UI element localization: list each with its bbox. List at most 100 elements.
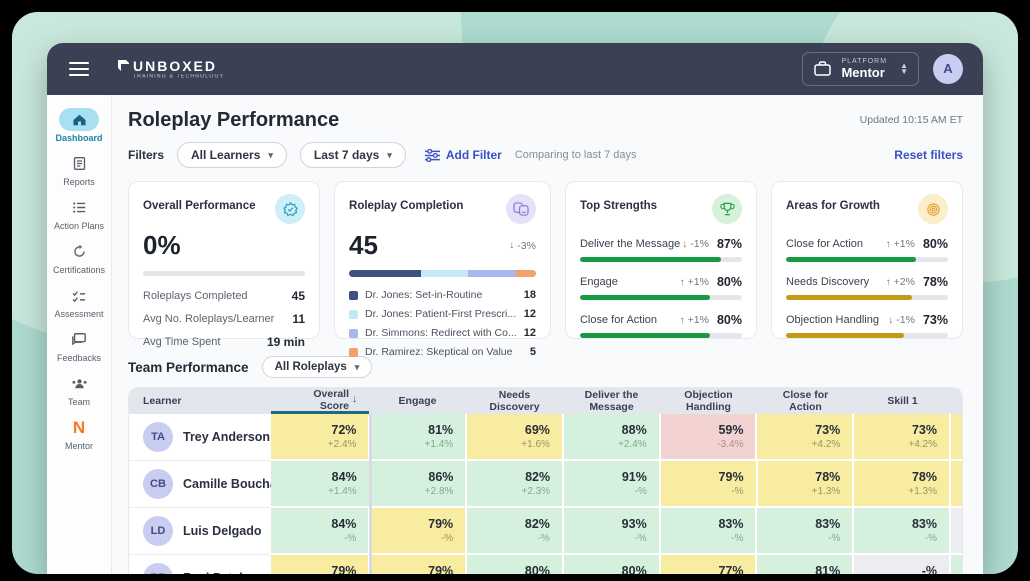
learner-cell: TA Trey Anderson — [129, 414, 271, 461]
platform-value: Mentor — [841, 66, 887, 80]
score-cell: 81%+1.1% — [755, 555, 852, 574]
avatar: CB — [143, 469, 173, 499]
sidebar-item-team[interactable]: Team — [49, 372, 109, 407]
growth-metric: Close for Action ↑+1% 80% — [786, 237, 948, 262]
score-cell: 73%+4.2% — [852, 414, 949, 461]
trophy-icon — [712, 194, 742, 224]
score-cell: 86%+2.8% — [369, 461, 466, 508]
score-cell: 78%+1.3% — [756, 461, 853, 508]
score-cell: 69%+1.6% — [465, 414, 562, 461]
strength-metric: Engage ↑+1% 80% — [580, 275, 742, 300]
column-header-overall-score[interactable]: Overall Score↓ — [271, 388, 369, 414]
page-title: Roleplay Performance — [128, 109, 339, 132]
column-header-learner[interactable]: Learner — [129, 395, 271, 407]
completion-stacked-bar — [349, 270, 536, 277]
unboxed-logo: UNBOXED TRAINING & TECHNOLOGY — [117, 59, 240, 80]
filters-label: Filters — [128, 148, 164, 162]
star-badge-icon — [275, 194, 305, 224]
date-range-dropdown[interactable]: Last 7 days ▾ — [300, 142, 406, 168]
score-cell: 83%-% — [659, 508, 756, 555]
add-filter-button[interactable]: Add Filter — [425, 148, 502, 162]
stat-avg-time: Avg Time Spent19 min — [143, 335, 305, 349]
column-header-needs-discovery[interactable]: Needs Discovery — [466, 389, 563, 413]
logo-box-icon — [117, 59, 130, 74]
stat-roleplays-completed: Roleplays Completed45 — [143, 289, 305, 303]
column-header-engage[interactable]: Engage — [369, 395, 466, 407]
score-cell: 83%-% — [755, 508, 852, 555]
sidebar-item-action-plans[interactable]: Action Plans — [49, 196, 109, 231]
score-cell-clipped — [949, 461, 962, 508]
column-header-objection-handling[interactable]: Objection Handling — [660, 389, 757, 413]
column-header-skill-1[interactable]: Skill 1 — [854, 395, 951, 407]
trend-arrow: ↑ — [680, 277, 685, 288]
score-cell: 72%+2.4% — [271, 414, 369, 461]
growth-metric: Objection Handling ↓-1% 73% — [786, 313, 948, 338]
top-strengths-card: Top Strengths Deliver the Message ↓-1% 8… — [565, 181, 757, 339]
table-row[interactable]: RP Ravi Patel 79%+2.1% 79%+4.0% 80%+1.7%… — [129, 555, 962, 574]
avatar: RP — [143, 563, 173, 574]
sidebar-item-reports[interactable]: Reports — [49, 152, 109, 187]
completion-trend: ↓ -3% — [509, 240, 536, 252]
score-cell: 84%-% — [271, 508, 369, 555]
mentor-n-icon: N — [59, 416, 99, 439]
sidebar-item-certifications[interactable]: Certifications — [49, 240, 109, 275]
areas-for-growth-card: Areas for Growth Close for Action ↑+1% 8… — [771, 181, 963, 339]
avatar: TA — [143, 422, 173, 452]
trend-arrow: ↑ — [886, 239, 891, 250]
home-icon — [59, 108, 99, 131]
user-avatar[interactable]: A — [933, 54, 963, 84]
app-window: UNBOXED TRAINING & TECHNOLOGY PLATFORM M… — [47, 43, 983, 574]
pinned-column-divider — [369, 414, 372, 574]
sync-icon — [59, 240, 99, 263]
menu-icon[interactable] — [69, 62, 89, 76]
table-row[interactable]: TA Trey Anderson 72%+2.4% 81%+1.4% 69%+1… — [129, 414, 962, 461]
sidebar-item-assessment[interactable]: Assessment — [49, 284, 109, 319]
sort-desc-icon: ↓ — [352, 394, 357, 405]
trend-arrow: ↑ — [680, 315, 685, 326]
score-cell: -%-% — [852, 555, 949, 574]
sidebar-item-mentor[interactable]: N Mentor — [49, 416, 109, 451]
target-icon — [918, 194, 948, 224]
main-content: Roleplay Performance Updated 10:15 AM ET… — [112, 95, 983, 574]
chevron-updown-icon: ▲▼ — [900, 63, 908, 75]
score-cell: 83%-% — [852, 508, 949, 555]
briefcase-icon — [813, 60, 832, 77]
list-icon — [59, 196, 99, 219]
score-cell: 59%-3.4% — [659, 414, 756, 461]
table-row[interactable]: LD Luis Delgado 84%-% 79%-% 82%-% 93%-% … — [129, 508, 962, 555]
learner-name: Trey Anderson — [183, 430, 270, 444]
reset-filters-link[interactable]: Reset filters — [894, 148, 963, 162]
theater-masks-icon — [506, 194, 536, 224]
roleplay-filter-dropdown[interactable]: All Roleplays ▾ — [262, 356, 373, 378]
column-header-close-for-action[interactable]: Close for Action — [757, 389, 854, 413]
learner-cell: CB Camille Bouchard — [129, 461, 271, 508]
overall-performance-card: Overall Performance 0% Roleplays Complet… — [128, 181, 320, 339]
trend-arrow: ↓ — [509, 240, 514, 251]
sidebar-item-feedbacks[interactable]: Feedbacks — [49, 328, 109, 363]
score-cell: 91%-% — [562, 461, 659, 508]
learner-name: Luis Delgado — [183, 524, 261, 538]
score-cell: 79%+4.0% — [368, 555, 465, 574]
table-header: Learner Overall Score↓ Engage Needs Disc… — [129, 388, 962, 414]
completion-value: 45 — [349, 230, 378, 261]
platform-selector[interactable]: PLATFORM Mentor ▲▼ — [802, 52, 919, 86]
score-cell: 93%-% — [562, 508, 659, 555]
score-cell: 84%+1.4% — [271, 461, 369, 508]
learners-filter-dropdown[interactable]: All Learners ▾ — [177, 142, 287, 168]
filters-bar: Filters All Learners ▾ Last 7 days ▾ Add… — [128, 142, 963, 168]
score-cell: 79%-% — [659, 461, 756, 508]
score-cell: 80%-1.8% — [562, 555, 659, 574]
score-cell-clipped — [949, 414, 962, 461]
table-row[interactable]: CB Camille Bouchard 84%+1.4% 86%+2.8% 82… — [129, 461, 962, 508]
logo-subtitle: TRAINING & TECHNOLOGY — [133, 74, 224, 79]
learner-name: Ravi Patel — [183, 571, 243, 574]
legend-item: Dr. Jones: Set-in-Routine 18 — [349, 289, 536, 301]
sidebar-item-dashboard[interactable]: Dashboard — [49, 108, 109, 143]
score-cell: 81%+1.4% — [368, 414, 465, 461]
legend-item: Dr. Jones: Patient-First Prescri... 12 — [349, 308, 536, 320]
column-header-deliver-the-message[interactable]: Deliver the Message — [563, 389, 660, 413]
top-bar: UNBOXED TRAINING & TECHNOLOGY PLATFORM M… — [47, 43, 983, 95]
score-cell: 88%+2.4% — [562, 414, 659, 461]
strength-metric: Close for Action ↑+1% 80% — [580, 313, 742, 338]
logo-title: UNBOXED — [133, 59, 240, 73]
